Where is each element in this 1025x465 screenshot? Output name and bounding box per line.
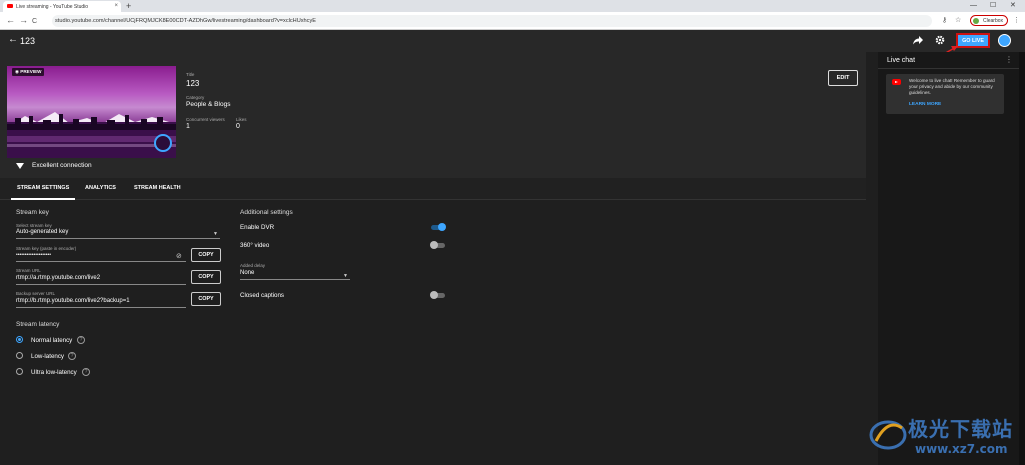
category-label: Category (186, 95, 205, 100)
stream-key-heading: Stream key (16, 209, 49, 216)
close-window-button[interactable]: ✕ (1010, 0, 1016, 11)
likes-label: Likes (236, 117, 247, 122)
help-icon[interactable]: ? (68, 352, 76, 360)
channel-avatar[interactable] (998, 34, 1011, 47)
closed-captions-label: Closed captions (240, 292, 285, 299)
ultra-low-latency-label: Ultra low-latency (31, 369, 77, 376)
eye-icon: ◉ (15, 69, 20, 74)
live-chat-header: Live chat ⋮ (878, 52, 1019, 69)
preview-label: ◉ PREVIEW (12, 68, 45, 76)
chat-welcome-message: Welcome to live chat! Remember to guard … (886, 74, 1004, 114)
back-arrow-icon[interactable]: ← (8, 34, 18, 45)
connection-status: Excellent connection (32, 162, 92, 169)
new-tab-button[interactable]: + (126, 1, 131, 11)
closed-captions-toggle[interactable] (430, 291, 445, 299)
viewers-value: 1 (186, 123, 190, 130)
learn-more-link[interactable]: LEARN MORE (909, 102, 941, 107)
tab-stream-settings[interactable]: STREAM SETTINGS (10, 185, 76, 200)
video360-label: 360° video (240, 242, 270, 249)
added-delay-select[interactable]: None (240, 270, 350, 280)
radio-normal-latency[interactable] (16, 336, 23, 343)
star-icon[interactable]: ☆ (955, 16, 961, 24)
city-skyline-graphic (7, 114, 176, 158)
live-chat-title: Live chat (887, 57, 916, 64)
tab-stream-health[interactable]: STREAM HEALTH (134, 185, 181, 191)
profile-name: Clearbox (983, 18, 1004, 24)
added-delay-label: Added delay (240, 263, 266, 268)
stream-settings-content (0, 200, 866, 465)
stream-preview[interactable]: ◉ PREVIEW (7, 66, 176, 158)
chevron-down-icon[interactable]: ▼ (343, 273, 348, 279)
reload-icon[interactable]: C (32, 16, 37, 27)
address-bar-row: ← → C studio.youtube.com/channel/UCjFRQM… (0, 12, 1025, 30)
radio-low-latency[interactable] (16, 352, 23, 359)
maximize-button[interactable]: ☐ (990, 0, 996, 11)
radio-ultra-low-latency[interactable] (16, 368, 23, 375)
stream-key-field[interactable]: •••••••••••••••••••• (16, 252, 186, 262)
watermark-text: 极光下载站 (908, 417, 1013, 441)
profile-button[interactable]: Clearbox (970, 15, 1008, 26)
browser-menu-icon[interactable]: ⋮ (1013, 16, 1020, 24)
chevron-down-icon[interactable]: ▼ (213, 231, 218, 237)
tab-close-icon[interactable]: × (114, 3, 118, 9)
avatar (973, 18, 979, 24)
forward-nav-icon[interactable]: → (19, 15, 28, 26)
low-latency-label: Low-latency (31, 353, 65, 360)
live-chat-panel: Live chat ⋮ Welcome to live chat! Rememb… (878, 52, 1019, 465)
added-delay-value: None (240, 270, 255, 276)
wifi-icon (16, 163, 24, 169)
more-vert-icon[interactable]: ⋮ (1005, 55, 1013, 64)
url-field[interactable]: studio.youtube.com/channel/UCjFRQMJCK8E0… (52, 15, 932, 27)
back-nav-icon[interactable]: ← (6, 15, 15, 26)
stream-key-select-value: Auto-generated key (16, 229, 69, 235)
copy-key-button[interactable]: COPY (191, 248, 221, 262)
browser-tab-strip: Live streaming - YouTube Studio × + — ☐ … (0, 0, 1025, 12)
help-icon[interactable]: ? (77, 336, 85, 344)
watermark-url: www.xz7.com (915, 442, 1008, 456)
backup-url-field[interactable]: rtmp://b.rtmp.youtube.com/live2?backup=1 (16, 298, 186, 308)
copy-url-button[interactable]: COPY (191, 270, 221, 284)
youtube-favicon-icon (7, 4, 13, 8)
copy-backup-button[interactable]: COPY (191, 292, 221, 306)
title-value: 123 (186, 79, 200, 88)
browser-tab[interactable]: Live streaming - YouTube Studio × (3, 1, 121, 12)
channel-badge (154, 134, 172, 152)
page-title: 123 (20, 36, 36, 46)
category-value: People & Blogs (186, 101, 231, 108)
title-label: Title (186, 72, 195, 77)
share-icon[interactable] (913, 35, 923, 48)
edit-button[interactable]: EDIT (828, 70, 858, 86)
browser-tab-title: Live streaming - YouTube Studio (16, 4, 89, 10)
normal-latency-label: Normal latency (31, 337, 73, 344)
minimize-button[interactable]: — (970, 0, 977, 11)
stream-key-select[interactable]: Auto-generated key (16, 229, 220, 239)
backup-url-label: Backup server URL (16, 291, 56, 296)
key-icon[interactable]: ⚷ (942, 16, 947, 24)
dvr-toggle[interactable] (431, 223, 446, 231)
help-icon[interactable]: ? (82, 368, 90, 376)
likes-value: 0 (236, 123, 240, 130)
youtube-logo-icon (892, 79, 901, 85)
visibility-off-icon[interactable]: ⊘ (176, 252, 182, 260)
studio-header: ← 123 GO LIVE (0, 30, 1025, 52)
scrollbar[interactable] (1019, 52, 1025, 465)
welcome-text: Welcome to live chat! Remember to guard … (909, 78, 995, 95)
viewers-label: Concurrent viewers (186, 117, 225, 122)
select-key-label: Select stream key (16, 223, 52, 228)
stream-url-label: Stream URL (16, 268, 41, 273)
stream-url-field[interactable]: rtmp://a.rtmp.youtube.com/live2 (16, 275, 186, 285)
dvr-label: Enable DVR (240, 224, 275, 231)
latency-heading: Stream latency (16, 321, 60, 328)
settings-tabs: STREAM SETTINGS ANALYTICS STREAM HEALTH (0, 178, 866, 200)
tab-analytics[interactable]: ANALYTICS (85, 185, 116, 191)
video360-toggle[interactable] (430, 241, 445, 249)
stream-key-label: Stream key (paste in encoder) (16, 246, 77, 251)
additional-settings-heading: Additional settings (240, 209, 293, 216)
